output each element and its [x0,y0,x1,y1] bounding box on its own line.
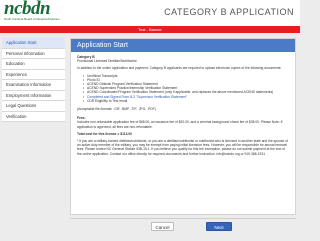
sidebar-item-education[interactable]: Education [2,59,65,70]
footer-divider [70,218,296,219]
category-subtitle: Provisional Licensed Dietitian/Nutrition… [77,59,137,64]
required-documents-list: Unofficial Transcripts Photo ID ACEND Di… [83,74,289,104]
logo-subtitle: North Carolina Board of Dietetics/Nutrit… [4,17,60,21]
sidebar-item-examination-information[interactable]: Examination Information [2,80,65,91]
next-button[interactable]: Next [206,222,232,231]
sidebar-item-employment-information[interactable]: Employment Information [2,90,65,101]
header: ncbdn North Carolina Board of Dietetics/… [0,0,300,26]
application-panel: Application Start Category B Provisional… [70,38,296,215]
sidebar-item-verification[interactable]: Verification [2,111,65,122]
total-cost: Total cost for this license = $113.00 [77,131,133,136]
panel-title: Application Start [71,39,295,52]
sidebar-nav: Application Start Personal Information E… [2,38,65,122]
sidebar-item-application-start[interactable]: Application Start [2,38,65,49]
military-exemption-text: * If you are a military-trained dietitia… [77,139,288,156]
alert-banner: Test - Banner [0,26,300,33]
logo-wordmark: ncbdn [4,0,51,19]
ncbdn-logo[interactable]: ncbdn North Carolina Board of Dietetics/… [4,0,64,23]
fees-text: Includes non-refundable application fee … [77,120,283,129]
sidebar-item-experience[interactable]: Experience [2,69,65,80]
panel-content: Category B Provisional Licensed Dietitia… [71,52,295,162]
document-item: CDR Eligibility to Test email [83,99,289,103]
cancel-button[interactable]: Cancel [151,222,174,231]
page-title: CATEGORY B APPLICATION [164,7,294,17]
sidebar-item-legal-questions[interactable]: Legal Questions [2,101,65,112]
intro-text: In addition to the online application an… [77,66,282,71]
file-formats-note: (Acceptable file formats: .GIF, .BMP, .T… [77,107,156,112]
sidebar-item-personal-information[interactable]: Personal Information [2,48,65,59]
